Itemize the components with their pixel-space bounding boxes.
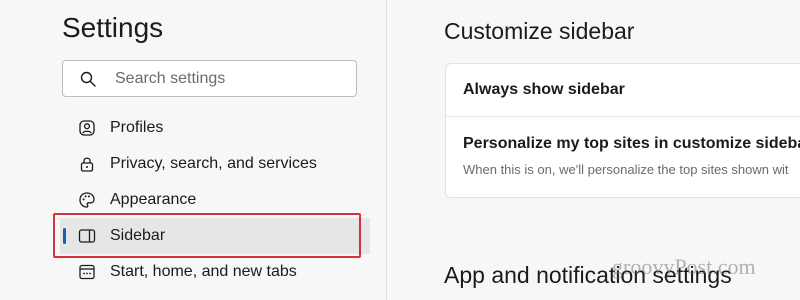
settings-nav: Profiles Privacy, search, and services A… — [60, 110, 370, 290]
always-show-sidebar-row[interactable]: Always show sidebar — [446, 64, 800, 117]
palette-icon — [78, 191, 96, 209]
personalize-top-sites-row[interactable]: Personalize my top sites in customize si… — [446, 117, 800, 177]
sidebar-item-label: Privacy, search, and services — [110, 155, 317, 172]
section-title-app-notifications: App and notification settings — [444, 262, 732, 288]
search-icon — [79, 70, 97, 88]
sidebar-icon — [78, 227, 96, 245]
page-title: Customize sidebar — [444, 18, 635, 44]
sidebar-item-privacy[interactable]: Privacy, search, and services — [60, 146, 370, 182]
sidebar-item-label: Appearance — [110, 191, 197, 208]
settings-title: Settings — [62, 12, 164, 43]
sidebar-item-label: Sidebar — [110, 227, 166, 244]
always-show-sidebar-label: Always show sidebar — [463, 81, 625, 98]
main-content: Customize sidebar Always show sidebar Pe… — [387, 0, 800, 300]
start-home-icon — [78, 263, 96, 281]
search-box[interactable] — [62, 60, 357, 97]
sidebar-item-appearance[interactable]: Appearance — [60, 182, 370, 218]
settings-card: Always show sidebar Personalize my top s… — [445, 63, 800, 198]
personalize-top-sites-label: Personalize my top sites in customize si… — [463, 135, 800, 152]
profile-icon — [78, 119, 96, 137]
personalize-top-sites-description: When this is on, we'll personalize the t… — [463, 162, 789, 177]
sidebar-item-label: Profiles — [110, 119, 164, 136]
settings-window: Settings Profiles — [0, 0, 800, 300]
lock-icon — [78, 155, 96, 173]
sidebar-item-profiles[interactable]: Profiles — [60, 110, 370, 146]
settings-sidebar: Settings Profiles — [0, 0, 387, 300]
search-input[interactable] — [113, 68, 337, 89]
sidebar-item-start-home[interactable]: Start, home, and new tabs — [60, 254, 370, 290]
sidebar-item-sidebar[interactable]: Sidebar — [60, 218, 370, 254]
sidebar-item-label: Start, home, and new tabs — [110, 263, 297, 280]
